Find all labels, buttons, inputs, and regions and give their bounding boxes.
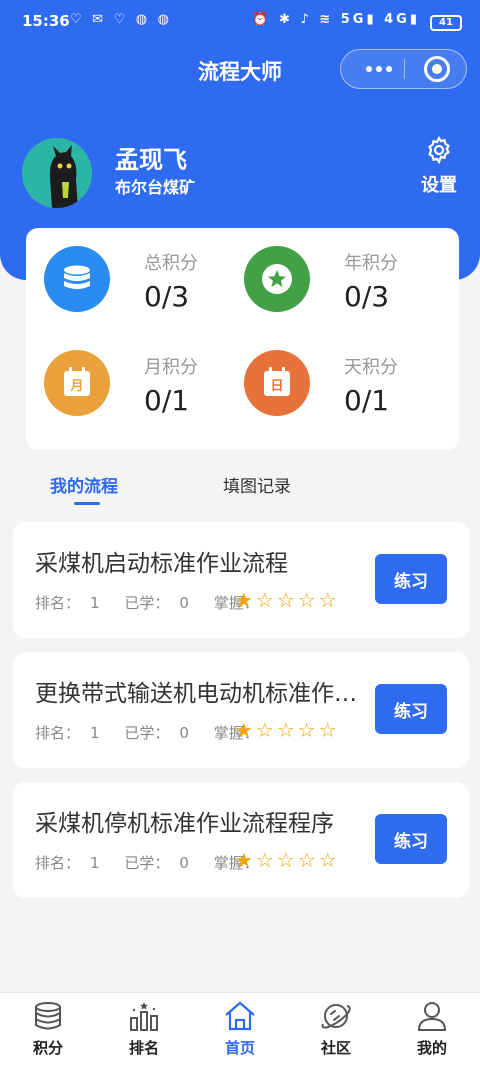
tab-fill-records[interactable]: 填图记录 [223, 472, 291, 497]
tab-underline [74, 502, 100, 505]
avatar[interactable] [22, 138, 92, 208]
mastery-stars: ★☆☆☆☆ [235, 848, 340, 872]
learned-value: 0 [179, 854, 189, 872]
score-label: 年积分 [344, 253, 398, 274]
tabbar-label: 社区 [320, 1039, 351, 1057]
planet-icon [321, 1004, 351, 1029]
tab-my-processes[interactable]: 我的流程 [50, 472, 118, 497]
ranking-icon [130, 1002, 158, 1031]
process-card[interactable]: 更换带式输送机电动机标准作业流程 排名：1 已学：0 掌握： ★☆☆☆☆ 练习 [13, 652, 469, 768]
status-time: 15:36 [22, 12, 70, 30]
settings-label: 设置 [421, 175, 457, 196]
tabbar-item-mine[interactable]: 我的 [384, 999, 480, 1058]
database-icon [44, 246, 110, 312]
miniprogram-capsule [340, 49, 467, 89]
rank-label: 排名： [35, 854, 81, 872]
process-card[interactable]: 采煤机停机标准作业流程程序 排名： 1 已学： 0 掌握： ★☆☆☆☆ 练习 [13, 782, 469, 898]
score-label: 天积分 [344, 357, 398, 378]
rank-label: 排名： [35, 724, 81, 742]
status-bar: 15:36 ♡ ✉ ♡ ◍ ◍ ⏰ ✱ ♪ ≋ 5G▮ 4G▮ 41 [0, 0, 480, 44]
target-circle-icon[interactable] [424, 56, 450, 82]
practice-button[interactable]: 练习 [375, 554, 447, 604]
score-value: 0/3 [144, 280, 190, 313]
settings-button[interactable]: 设置 [414, 135, 464, 197]
system-icons: ⏰ ✱ ♪ ≋ 5G▮ 4G▮ [252, 12, 420, 27]
score-label: 总积分 [144, 253, 198, 274]
process-meta: 排名： 1 已学： 0 掌握： [35, 722, 269, 743]
score-label: 月积分 [144, 357, 198, 378]
score-value: 0/1 [344, 384, 390, 417]
process-meta: 排名： 1 已学： 0 掌握： [35, 852, 269, 873]
database-icon [35, 1002, 61, 1030]
rank-value: 1 [90, 854, 100, 872]
signal-label: 5G [340, 12, 367, 27]
score-day[interactable]: 日 天积分 0/1 [226, 332, 426, 417]
tabbar-item-ranking[interactable]: 排名 [96, 999, 192, 1058]
score-value: 0/3 [344, 280, 390, 313]
practice-button[interactable]: 练习 [375, 814, 447, 864]
learned-value: 0 [179, 594, 189, 612]
tabbar-label: 首页 [224, 1039, 255, 1057]
tabbar-item-community[interactable]: 社区 [288, 999, 384, 1058]
mastery-stars: ★☆☆☆☆ [235, 588, 340, 612]
battery-icon: 41 [430, 15, 462, 31]
tabbar-label: 积分 [32, 1039, 63, 1057]
learned-label: 已学： [124, 854, 170, 872]
bottom-tab-bar: 积分 排名 首页 社区 我的 [0, 992, 480, 1067]
process-tabs: 我的流程 填图记录 [0, 468, 480, 508]
learned-label: 已学： [124, 594, 170, 612]
user-name: 孟现飞 [115, 146, 187, 174]
rank-value: 1 [90, 594, 100, 612]
notification-icons: ♡ ✉ ♡ ◍ ◍ [70, 12, 172, 27]
rank-value: 1 [90, 724, 100, 742]
gear-icon [428, 135, 450, 165]
score-year[interactable]: 年积分 0/3 [226, 228, 426, 313]
process-meta: 排名： 1 已学： 0 掌握： [35, 592, 269, 613]
more-dots-icon[interactable] [355, 50, 403, 88]
score-card: 总积分 0/3 年积分 0/3 月 月积分 0/1 日 天积分 0/1 [26, 228, 459, 450]
network-label: 4G [384, 12, 410, 27]
process-title: 采煤机停机标准作业流程程序 [35, 811, 334, 837]
score-value: 0/1 [144, 384, 190, 417]
process-title: 采煤机启动标准作业流程 [35, 551, 288, 577]
learned-value: 0 [179, 724, 189, 742]
capsule-divider [404, 59, 405, 79]
calendar-glyph: 月 [69, 379, 83, 394]
calendar-month-icon: 月 [44, 350, 110, 416]
process-title: 更换带式输送机电动机标准作业流程 [35, 681, 357, 707]
calendar-glyph: 日 [270, 379, 283, 394]
mastery-stars: ★☆☆☆☆ [235, 718, 340, 742]
process-card[interactable]: 采煤机启动标准作业流程 排名： 1 已学： 0 掌握： ★☆☆☆☆ 练习 [13, 522, 469, 638]
score-month[interactable]: 月 月积分 0/1 [26, 332, 226, 417]
rank-label: 排名： [35, 594, 81, 612]
tabbar-label: 我的 [416, 1039, 447, 1057]
learned-label: 已学： [124, 724, 170, 742]
score-total[interactable]: 总积分 0/3 [26, 228, 226, 313]
home-icon [225, 1001, 255, 1031]
star-badge-icon [244, 246, 310, 312]
practice-button[interactable]: 练习 [375, 684, 447, 734]
tabbar-label: 排名 [128, 1039, 159, 1057]
tabbar-item-points[interactable]: 积分 [0, 999, 96, 1058]
tabbar-item-home[interactable]: 首页 [192, 999, 288, 1058]
user-icon [417, 1002, 447, 1031]
calendar-day-icon: 日 [244, 350, 310, 416]
user-organization: 布尔台煤矿 [115, 178, 196, 197]
